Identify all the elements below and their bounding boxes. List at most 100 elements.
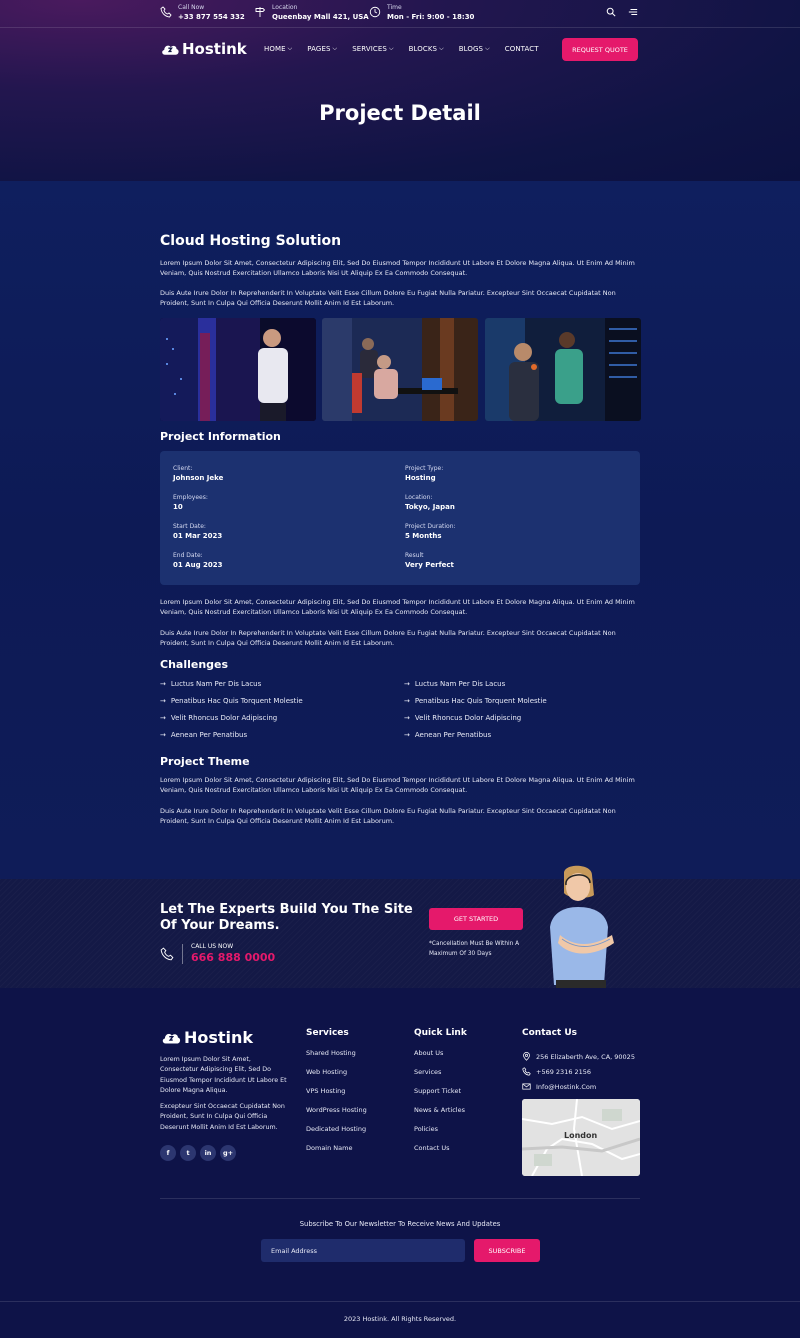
footer-contact: Contact Us 256 Elizaberth Ave, CA, 90025… xyxy=(522,1028,635,1094)
footer-link[interactable]: VPS Hosting xyxy=(306,1087,367,1106)
challenges-title: Challenges xyxy=(160,658,229,671)
info-location: Location: Tokyo, Japan xyxy=(405,493,455,512)
call-label: Call Now xyxy=(178,4,205,11)
footer-services-title: Services xyxy=(306,1028,349,1038)
contact-email-text: Info@Hostink.Com xyxy=(536,1082,597,1091)
location-map[interactable]: London xyxy=(522,1099,640,1176)
challenge-text: Penatibus Hac Quis Torquent Molestie xyxy=(414,697,547,705)
info-client: Client: Johnson Jeke xyxy=(173,464,223,483)
footer-link[interactable]: Policies xyxy=(414,1125,467,1144)
info-end: End Date: 01 Aug 2023 xyxy=(173,551,223,570)
facebook-icon[interactable]: f xyxy=(160,1145,176,1161)
contact-phone[interactable]: +569 2316 2156 xyxy=(522,1064,635,1079)
search-icon[interactable] xyxy=(606,7,616,17)
project-title: Cloud Hosting Solution xyxy=(160,233,342,249)
info-type-label: Project Type: xyxy=(405,465,444,472)
google-plus-icon[interactable]: g+ xyxy=(220,1145,236,1161)
challenge-item: → Penatibus Hac Quis Torquent Molestie xyxy=(404,697,547,705)
cta-call[interactable]: CALL US NOW 666 888 0000 xyxy=(160,942,275,965)
info-location-label: Location: xyxy=(405,494,433,501)
nav-contact[interactable]: CONTACT xyxy=(505,45,539,53)
nav-services[interactable]: SERVICES ⌵ xyxy=(352,45,393,53)
info-employees-label: Employees: xyxy=(173,494,208,501)
menu-icon[interactable] xyxy=(628,7,638,17)
info-client-value: Johnson Jeke xyxy=(173,474,224,482)
footer-logo[interactable]: Hostink xyxy=(160,1028,253,1047)
social-links: f t in g+ xyxy=(160,1145,236,1161)
top-bar: Call Now +33 877 554 332 Location Queenb… xyxy=(0,0,800,28)
topbar-call[interactable]: Call Now +33 877 554 332 xyxy=(160,4,245,22)
nav-services-label: SERVICES xyxy=(352,45,387,53)
project-info-card: Client: Johnson Jeke Project Type: Hosti… xyxy=(160,451,640,585)
cta-title: Let The Experts Build You The Site Of Yo… xyxy=(160,902,413,933)
contact-address-text: 256 Elizaberth Ave, CA, 90025 xyxy=(536,1052,635,1061)
get-started-button[interactable]: GET STARTED xyxy=(429,908,523,930)
cta-note: *Cancellation Must Be Within A Maximum O… xyxy=(429,941,520,957)
nav-home[interactable]: HOME ⌵ xyxy=(264,45,292,53)
nav-blocks[interactable]: BLOCKS ⌵ xyxy=(409,45,444,53)
footer-about-p1: Lorem Ipsum Dolor Sit Amet, Consectetur … xyxy=(160,1056,287,1094)
footer-link[interactable]: News & Articles xyxy=(414,1106,467,1125)
topbar-actions xyxy=(606,7,638,17)
footer-link[interactable]: Domain Name xyxy=(306,1144,367,1163)
project-theme-title: Project Theme xyxy=(160,755,250,768)
twitter-icon[interactable]: t xyxy=(180,1145,196,1161)
logo-text: Hostink xyxy=(182,40,247,58)
footer-logo-text: Hostink xyxy=(184,1028,254,1047)
page-header: Call Now +33 877 554 332 Location Queenb… xyxy=(0,0,800,181)
challenge-text: Aenean Per Penatibus xyxy=(414,731,492,739)
footer-quick-links: Quick Link About Us Services Support Tic… xyxy=(414,1028,467,1163)
site-logo[interactable]: Hostink xyxy=(160,40,247,58)
footer-link[interactable]: Support Ticket xyxy=(414,1087,467,1106)
challenge-text: Velit Rhoncus Dolor Adipiscing xyxy=(170,714,278,722)
detail-paragraph-1: Lorem Ipsum Dolor Sit Amet, Consectetur … xyxy=(160,598,635,617)
project-photo-datacenter xyxy=(485,318,641,421)
info-type-value: Hosting xyxy=(405,474,436,482)
challenge-item: → Velit Rhoncus Dolor Adipiscing xyxy=(404,714,521,722)
contact-email[interactable]: Info@Hostink.Com xyxy=(522,1079,635,1094)
main-nav: Hostink HOME ⌵ PAGES ⌵ SERVICES ⌵ BLOCKS ⌵ B… xyxy=(0,37,800,63)
footer-link[interactable]: Web Hosting xyxy=(306,1068,367,1087)
footer-link[interactable]: Services xyxy=(414,1068,467,1087)
signpost-icon xyxy=(255,7,266,17)
newsletter-email-input[interactable] xyxy=(261,1239,465,1262)
info-result: Result Very Perfect xyxy=(405,551,454,570)
clock-icon xyxy=(369,6,381,18)
footer-link[interactable]: Contact Us xyxy=(414,1144,467,1163)
info-start-value: 01 Mar 2023 xyxy=(173,532,223,540)
copyright-text: 2023 Hostink. All Rights Reserved. xyxy=(343,1315,457,1323)
linkedin-icon[interactable]: in xyxy=(200,1145,216,1161)
mail-icon xyxy=(522,1083,531,1090)
info-type: Project Type: Hosting xyxy=(405,464,443,483)
call-us-label: CALL US NOW xyxy=(191,943,234,950)
chevron-down-icon: ⌵ xyxy=(485,45,490,52)
divider xyxy=(182,943,183,964)
arrow-right-icon: → xyxy=(404,714,410,722)
info-duration-value: 5 Months xyxy=(405,532,442,540)
footer-link[interactable]: About Us xyxy=(414,1049,467,1068)
cloud-logo-icon xyxy=(162,1033,181,1044)
project-info-title: Project Information xyxy=(160,430,281,443)
footer-link[interactable]: Shared Hosting xyxy=(306,1049,367,1068)
footer-link[interactable]: WordPress Hosting xyxy=(306,1106,367,1125)
info-employees-value: 10 xyxy=(173,503,183,511)
detail-paragraph-2: Duis Aute Irure Dolor In Reprehenderit I… xyxy=(160,629,616,648)
nav-contact-label: CONTACT xyxy=(504,45,539,53)
subscribe-button[interactable]: SUBSCRIBE xyxy=(474,1239,540,1262)
challenge-text: Luctus Nam Per Dis Lacus xyxy=(414,680,506,688)
chevron-down-icon: ⌵ xyxy=(439,45,444,52)
arrow-right-icon: → xyxy=(404,697,410,705)
cta-banner: Let The Experts Build You The Site Of Yo… xyxy=(0,865,800,988)
footer-about: Lorem Ipsum Dolor Sit Amet, Consectetur … xyxy=(160,1055,290,1133)
info-end-label: End Date: xyxy=(173,552,203,559)
footer-link[interactable]: Dedicated Hosting xyxy=(306,1125,367,1144)
nav-blocks-label: BLOCKS xyxy=(408,45,438,53)
nav-blogs-label: BLOGS xyxy=(458,45,484,53)
challenge-text: Penatibus Hac Quis Torquent Molestie xyxy=(170,697,303,705)
request-quote-button[interactable]: REQUEST QUOTE xyxy=(562,38,638,61)
nav-pages[interactable]: PAGES ⌵ xyxy=(307,45,337,53)
nav-blogs[interactable]: BLOGS ⌵ xyxy=(459,45,490,53)
arrow-right-icon: → xyxy=(160,680,166,688)
contact-address: 256 Elizaberth Ave, CA, 90025 xyxy=(522,1049,635,1064)
nav-pages-label: PAGES xyxy=(307,45,331,53)
